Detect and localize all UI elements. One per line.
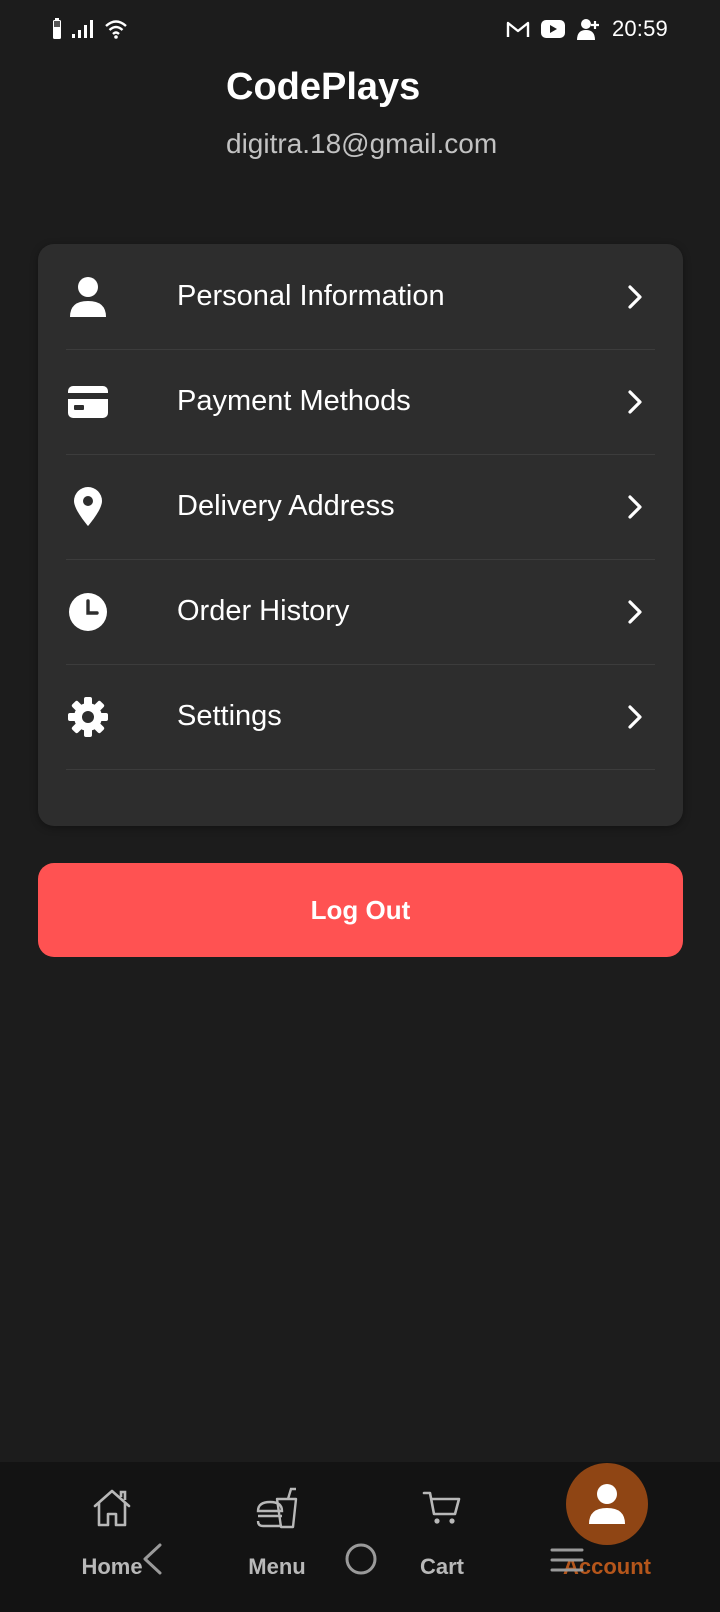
location-pin-icon: [66, 485, 110, 529]
menu-item-label: Order History: [177, 595, 350, 627]
bottom-nav: Home Menu Cart Account: [0, 1462, 720, 1612]
nav-item-menu[interactable]: Menu: [202, 1462, 352, 1612]
status-time: 20:59: [611, 16, 668, 41]
menu-item-payment-methods[interactable]: Payment Methods: [66, 349, 655, 455]
status-right: 20:59: [506, 16, 668, 42]
clock-icon: [66, 590, 110, 634]
nav-item-home[interactable]: Home: [37, 1462, 187, 1612]
menu-item-label: Personal Information: [177, 280, 445, 312]
logout-button[interactable]: Log Out: [38, 863, 683, 957]
home-circle-icon[interactable]: [344, 1542, 378, 1581]
nav-label: Home: [81, 1554, 143, 1579]
menu-item-settings[interactable]: Settings: [66, 664, 655, 770]
menu-item-personal-information[interactable]: Personal Information: [66, 244, 655, 350]
profile-name: CodePlays: [226, 66, 421, 108]
cart-icon: [418, 1484, 466, 1532]
menu-item-delivery-address[interactable]: Delivery Address: [66, 454, 655, 560]
youtube-icon: [540, 19, 566, 39]
status-bar: 20:59: [0, 0, 720, 62]
status-left: [52, 18, 128, 40]
menu-item-label: Delivery Address: [177, 490, 395, 522]
nav-item-cart[interactable]: Cart: [367, 1462, 517, 1612]
gear-icon: [66, 695, 110, 739]
menu-item-label: Payment Methods: [177, 385, 411, 417]
battery-icon: [52, 18, 62, 40]
signal-icon: [72, 19, 94, 39]
back-icon[interactable]: [140, 1542, 164, 1581]
recents-icon[interactable]: [550, 1546, 584, 1579]
gmail-icon: [506, 20, 530, 38]
chevron-right-icon: [623, 596, 647, 628]
account-menu-card: Personal Information Payment Methods Del…: [38, 244, 683, 826]
chevron-right-icon: [623, 281, 647, 313]
fastfood-icon: [253, 1484, 301, 1532]
credit-card-icon: [66, 380, 110, 424]
profile-email: digitra.18@gmail.com: [226, 128, 498, 159]
menu-item-order-history[interactable]: Order History: [66, 559, 655, 665]
home-icon: [88, 1484, 136, 1532]
chevron-right-icon: [623, 491, 647, 523]
account-icon: [566, 1463, 648, 1545]
menu-item-label: Settings: [177, 700, 282, 732]
person-icon: [66, 275, 110, 319]
nav-label: Cart: [419, 1554, 464, 1579]
wifi-icon: [104, 19, 128, 39]
chevron-right-icon: [623, 701, 647, 733]
nav-item-account[interactable]: Account: [532, 1462, 682, 1612]
nav-label: Menu: [248, 1554, 306, 1579]
person-add-icon: [576, 17, 602, 41]
chevron-right-icon: [623, 386, 647, 418]
